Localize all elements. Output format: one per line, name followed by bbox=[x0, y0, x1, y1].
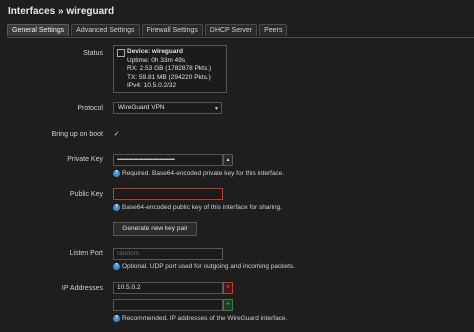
tab-firewall-settings[interactable]: Firewall Settings bbox=[141, 24, 203, 36]
tab-bar: General Settings Advanced Settings Firew… bbox=[7, 24, 474, 38]
listen-port-placeholder: random bbox=[117, 250, 140, 257]
chevron-down-icon: ▾ bbox=[214, 106, 218, 112]
help-icon: ? bbox=[113, 170, 120, 177]
listen-port-label: Listen Port bbox=[69, 250, 103, 257]
private-key-help-text: Required. Base64-encoded private key for… bbox=[122, 170, 285, 178]
ip-address-input[interactable]: 10.5.0.2 bbox=[113, 282, 223, 294]
tab-advanced-settings[interactable]: Advanced Settings bbox=[71, 24, 140, 36]
page-title: Interfaces » wireguard bbox=[8, 6, 115, 17]
protocol-value: WireGuard VPN bbox=[118, 104, 165, 111]
listen-port-help: ? Optional. UDP port used for outgoing an… bbox=[113, 263, 295, 270]
public-key-label: Public Key bbox=[69, 191, 103, 198]
generate-key-pair-button[interactable]: Generate new key pair bbox=[113, 222, 197, 236]
help-icon: ? bbox=[113, 263, 120, 270]
ip-addresses-label: IP Addresses bbox=[61, 285, 103, 292]
status-rx: RX: 2.53 GB (1782878 Pkts.) bbox=[127, 65, 212, 72]
protocol-select[interactable]: WireGuard VPN ▾ bbox=[113, 102, 222, 114]
status-box: Device: wireguard Uptime: 0h 33m 49s RX:… bbox=[113, 45, 227, 93]
public-key-input[interactable] bbox=[113, 188, 223, 200]
ip-address-new-input[interactable] bbox=[113, 299, 223, 311]
tab-general-settings[interactable]: General Settings bbox=[7, 24, 70, 36]
status-label: Status bbox=[83, 50, 103, 57]
reveal-password-button[interactable]: ▴ bbox=[223, 154, 233, 166]
status-uptime: Uptime: 0h 33m 49s bbox=[127, 56, 186, 64]
listen-port-help-text: Optional. UDP port used for outgoing and… bbox=[122, 263, 295, 271]
private-key-label: Private Key bbox=[67, 156, 103, 163]
status-tx: TX: 59.81 MB (294220 Pkts.) bbox=[127, 73, 211, 81]
private-key-help: ? Required. Base64-encoded private key fo… bbox=[113, 170, 284, 177]
public-key-help-text: Base64-encoded public key of this interf… bbox=[122, 204, 283, 212]
tab-dhcp-server[interactable]: DHCP Server bbox=[204, 24, 258, 36]
network-device-icon bbox=[117, 49, 125, 57]
remove-ip-button[interactable]: × bbox=[223, 282, 233, 294]
ip-addresses-help-text: Recommended. IP addresses of the WireGua… bbox=[122, 315, 288, 323]
listen-port-input[interactable]: random bbox=[113, 248, 223, 260]
boot-label: Bring up on boot bbox=[51, 131, 103, 138]
protocol-label: Protocol bbox=[77, 105, 103, 112]
boot-checkbox[interactable]: ✓ bbox=[113, 131, 120, 138]
public-key-help: ? Base64-encoded public key of this inter… bbox=[113, 204, 282, 211]
help-icon: ? bbox=[113, 315, 120, 322]
tab-peers[interactable]: Peers bbox=[259, 24, 288, 36]
help-icon: ? bbox=[113, 204, 120, 211]
status-ipv4: IPv4: 10.5.0.2/32 bbox=[127, 82, 177, 89]
add-ip-button[interactable]: + bbox=[223, 299, 233, 311]
status-device: Device: wireguard bbox=[127, 48, 183, 55]
ip-addresses-help: ? Recommended. IP addresses of the WireGu… bbox=[113, 315, 287, 322]
private-key-input[interactable]: ••••••••••••••••••••••••••••••••••••••••… bbox=[113, 154, 223, 166]
